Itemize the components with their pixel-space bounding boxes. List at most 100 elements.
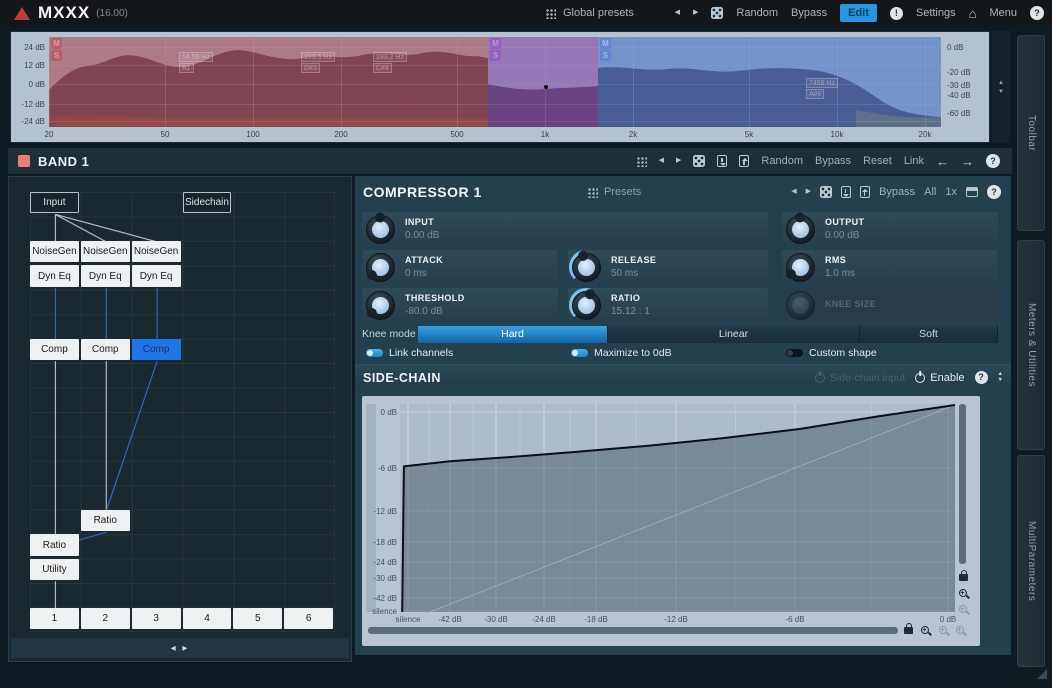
mute-chip-band-2[interactable]: M: [490, 38, 501, 49]
knee-mode-hard[interactable]: Hard: [418, 326, 608, 343]
band-prev-icon[interactable]: [659, 156, 664, 166]
sidebar-tab-meters-utilities[interactable]: Meters & Utilities: [1017, 240, 1045, 450]
knob-attack[interactable]: ATTACK 0 ms: [362, 250, 558, 284]
toggle-maximize-to-0db[interactable]: Maximize to 0dB: [571, 346, 672, 360]
node-dyn-eq[interactable]: Dyn Eq: [80, 265, 130, 287]
h-zoom-fit-icon[interactable]: [956, 626, 964, 635]
node-5[interactable]: 5: [233, 607, 283, 630]
knob-dial[interactable]: [364, 289, 396, 321]
band-overview-display[interactable]: M S M S M S 54.58 Hz A1 153.5 Hz D#3 283.2 Hz C#4 74…: [10, 31, 990, 143]
knob-rms[interactable]: RMS 1.0 ms: [782, 250, 998, 284]
v-zoom-out-icon[interactable]: [959, 605, 967, 614]
scroll-handle-icon[interactable]: ◂ ▸: [171, 643, 190, 654]
eq-band-3[interactable]: [598, 37, 941, 127]
node-dyn-eq[interactable]: Dyn Eq: [131, 265, 181, 287]
knob-output[interactable]: OUTPUT 0.00 dB: [782, 212, 998, 246]
band-bypass-button[interactable]: Bypass: [815, 155, 851, 167]
band-link-button[interactable]: Link: [904, 155, 924, 167]
node-noisegen[interactable]: NoiseGen: [80, 240, 130, 263]
h-lock-icon[interactable]: [904, 622, 913, 634]
node-sidechain[interactable]: Sidechain: [182, 192, 232, 214]
compressor-help-icon[interactable]: ?: [987, 185, 1001, 199]
node-ratio[interactable]: Ratio: [80, 509, 130, 532]
limiter-warning-icon[interactable]: [889, 6, 903, 20]
knob-dial[interactable]: [569, 249, 603, 284]
random-button[interactable]: Random: [736, 7, 778, 19]
copy-settings-icon[interactable]: [739, 155, 750, 167]
oversampling-button[interactable]: 1x: [945, 186, 957, 198]
node-comp[interactable]: Comp: [131, 338, 181, 361]
sidechain-transfer-graph[interactable]: 0 dB -6 dB -12 dB -18 dB -24 dB -30 dB -42 dB s…: [362, 396, 980, 646]
band-color-swatch[interactable]: [18, 155, 30, 167]
compressor-dice-icon[interactable]: [820, 186, 833, 198]
mute-chip-band-3[interactable]: M: [600, 38, 611, 49]
node-noisegen[interactable]: NoiseGen: [30, 240, 79, 263]
knob-release[interactable]: RELEASE 50 ms: [568, 249, 768, 284]
compressor-paste-icon[interactable]: [841, 186, 852, 198]
detach-window-icon[interactable]: [966, 187, 978, 197]
global-presets-button[interactable]: Global presets: [545, 7, 634, 19]
band-dice-icon[interactable]: [693, 155, 706, 167]
bypass-button[interactable]: Bypass: [791, 7, 827, 19]
knob-knee-size[interactable]: KNEE SIZE: [782, 288, 998, 322]
settings-button[interactable]: Settings: [916, 7, 956, 19]
node-input[interactable]: Input: [30, 192, 79, 214]
node-comp[interactable]: Comp: [80, 338, 130, 361]
graph-v-scrollbar[interactable]: [959, 404, 966, 564]
node-comp[interactable]: Comp: [30, 338, 79, 361]
band-control-point[interactable]: [544, 85, 548, 89]
v-zoom-in-icon[interactable]: [959, 589, 967, 598]
band-next-icon[interactable]: [676, 156, 681, 166]
band-help-icon[interactable]: ?: [986, 154, 1000, 168]
scroll-down-icon[interactable]: ▼: [998, 89, 1004, 95]
knee-mode-soft[interactable]: Soft: [860, 326, 998, 343]
knee-mode-linear[interactable]: Linear: [608, 326, 860, 343]
node-2[interactable]: 2: [80, 607, 130, 630]
node-utility[interactable]: Utility: [30, 558, 79, 581]
redo-icon[interactable]: [961, 154, 974, 169]
node-ratio[interactable]: Ratio: [30, 534, 79, 556]
channels-all-button[interactable]: All: [924, 186, 936, 198]
sidechain-help-icon[interactable]: ?: [974, 371, 988, 384]
menu-button[interactable]: Menu: [989, 7, 1017, 19]
previous-preset-icon[interactable]: [675, 8, 680, 18]
eq-band-2[interactable]: [488, 37, 598, 127]
graph-h-scrollbar[interactable]: [368, 627, 898, 634]
resize-handle-icon[interactable]: [1037, 669, 1047, 679]
knob-dial[interactable]: [364, 251, 396, 283]
sidebar-tab-multiparameters[interactable]: MultiParameters: [1017, 455, 1045, 667]
sidechain-collapse-spinner[interactable]: ▲ ▼: [998, 371, 1003, 384]
h-zoom-out-icon[interactable]: [939, 626, 947, 635]
knob-dial[interactable]: [364, 212, 396, 245]
node-1[interactable]: 1: [30, 607, 79, 630]
solo-chip-band-3[interactable]: S: [600, 50, 611, 61]
undo-icon[interactable]: [936, 154, 949, 169]
band-reset-button[interactable]: Reset: [863, 155, 892, 167]
scroll-up-icon[interactable]: ▲: [998, 80, 1004, 86]
mute-chip-band-1[interactable]: M: [51, 38, 62, 49]
knob-threshold[interactable]: THRESHOLD -80.0 dB: [362, 288, 558, 322]
knob-input[interactable]: INPUT 0.00 dB: [362, 212, 768, 246]
compressor-prev-icon[interactable]: [791, 187, 796, 197]
band-presets-grid-icon[interactable]: [635, 155, 647, 167]
compressor-copy-icon[interactable]: [860, 186, 871, 198]
band-overview-scrollbar[interactable]: ▲ ▼: [992, 31, 1010, 143]
help-icon[interactable]: ?: [1030, 6, 1044, 20]
home-icon[interactable]: ⌂: [969, 7, 977, 20]
next-preset-icon[interactable]: [693, 8, 698, 18]
randomize-dice-icon[interactable]: [711, 7, 724, 19]
edit-button[interactable]: Edit: [840, 4, 877, 22]
knob-dial[interactable]: [784, 212, 816, 245]
h-zoom-in-icon[interactable]: [921, 626, 929, 635]
toggle-custom-shape[interactable]: Custom shape: [786, 346, 877, 360]
sidechain-input-button[interactable]: Side-chain input: [814, 372, 905, 384]
v-lock-icon[interactable]: [959, 569, 968, 581]
compressor-next-icon[interactable]: [806, 187, 811, 197]
knob-ratio[interactable]: RATIO 15.12 : 1: [568, 287, 768, 322]
toggle-link-channels[interactable]: Link channels: [366, 346, 453, 360]
knob-dial[interactable]: [783, 251, 816, 283]
eq-band-1[interactable]: [49, 37, 488, 127]
routing-grid[interactable]: ◂ ▸ Input Sidechain NoiseGen NoiseGen NoiseG…: [8, 176, 352, 662]
sidebar-tab-toolbar[interactable]: Toolbar: [1017, 35, 1045, 231]
routing-h-scrollbar[interactable]: ◂ ▸: [11, 638, 349, 658]
